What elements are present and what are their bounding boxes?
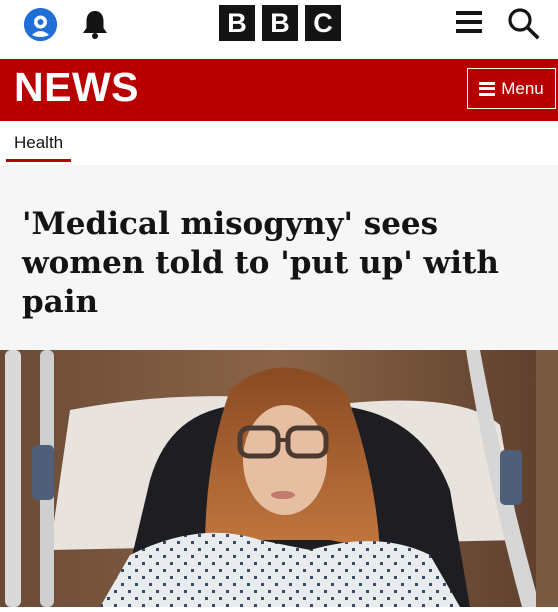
- section-nav: Health: [0, 121, 558, 165]
- bell-icon[interactable]: [80, 8, 110, 40]
- article-headline: 'Medical misogyny' sees women told to 'p…: [22, 206, 499, 320]
- headline-container: 'Medical misogyny' sees women told to 'p…: [0, 165, 558, 350]
- search-icon[interactable]: [506, 6, 540, 40]
- bbc-logo[interactable]: B B C: [219, 5, 341, 41]
- news-wordmark[interactable]: NEWS: [14, 64, 139, 111]
- tab-health[interactable]: Health: [6, 131, 72, 162]
- top-header: B B C: [0, 0, 558, 58]
- bbc-logo-letter: C: [305, 5, 341, 41]
- menu-icon: [479, 81, 496, 96]
- bbc-logo-letter: B: [219, 5, 255, 41]
- article-hero-image: [0, 350, 558, 607]
- account-icon[interactable]: [24, 8, 57, 41]
- hamburger-icon[interactable]: [454, 9, 484, 35]
- menu-button[interactable]: Menu: [467, 68, 556, 109]
- menu-label: Menu: [501, 78, 544, 98]
- news-banner: NEWS Menu: [0, 59, 558, 121]
- bbc-logo-letter: B: [262, 5, 298, 41]
